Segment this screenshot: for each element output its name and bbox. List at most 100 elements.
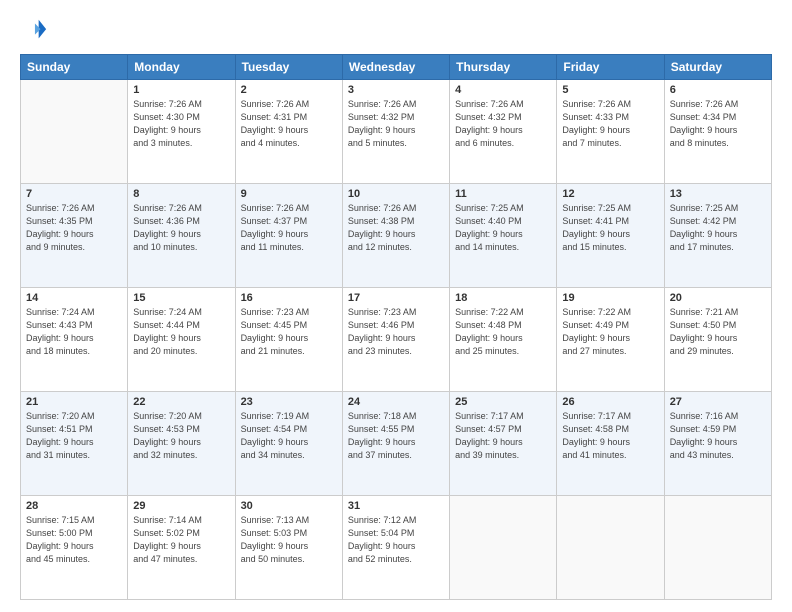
table-row: 1 Sunrise: 7:26 AM Sunset: 4:30 PM Daylig… (128, 80, 235, 184)
day-info: Sunrise: 7:23 AM Sunset: 4:45 PM Dayligh… (241, 306, 337, 358)
table-row: 5 Sunrise: 7:26 AM Sunset: 4:33 PM Daylig… (557, 80, 664, 184)
table-row: 21 Sunrise: 7:20 AM Sunset: 4:51 PM Dayli… (21, 392, 128, 496)
day-number: 22 (133, 396, 229, 408)
day-number: 6 (670, 84, 766, 96)
day-number: 13 (670, 188, 766, 200)
day-info: Sunrise: 7:17 AM Sunset: 4:57 PM Dayligh… (455, 410, 551, 462)
day-number: 16 (241, 292, 337, 304)
col-header-sunday: Sunday (21, 55, 128, 80)
day-info: Sunrise: 7:26 AM Sunset: 4:32 PM Dayligh… (455, 98, 551, 150)
table-row: 16 Sunrise: 7:23 AM Sunset: 4:45 PM Dayli… (235, 288, 342, 392)
table-row: 8 Sunrise: 7:26 AM Sunset: 4:36 PM Daylig… (128, 184, 235, 288)
day-info: Sunrise: 7:21 AM Sunset: 4:50 PM Dayligh… (670, 306, 766, 358)
day-info: Sunrise: 7:25 AM Sunset: 4:42 PM Dayligh… (670, 202, 766, 254)
table-row: 19 Sunrise: 7:22 AM Sunset: 4:49 PM Dayli… (557, 288, 664, 392)
day-number: 3 (348, 84, 444, 96)
page: SundayMondayTuesdayWednesdayThursdayFrid… (0, 0, 792, 612)
day-info: Sunrise: 7:26 AM Sunset: 4:38 PM Dayligh… (348, 202, 444, 254)
table-row (664, 496, 771, 600)
table-row: 27 Sunrise: 7:16 AM Sunset: 4:59 PM Dayli… (664, 392, 771, 496)
day-number: 8 (133, 188, 229, 200)
table-row: 9 Sunrise: 7:26 AM Sunset: 4:37 PM Daylig… (235, 184, 342, 288)
table-row: 13 Sunrise: 7:25 AM Sunset: 4:42 PM Dayli… (664, 184, 771, 288)
day-info: Sunrise: 7:24 AM Sunset: 4:43 PM Dayligh… (26, 306, 122, 358)
logo-icon (20, 16, 48, 44)
table-row: 6 Sunrise: 7:26 AM Sunset: 4:34 PM Daylig… (664, 80, 771, 184)
day-number: 5 (562, 84, 658, 96)
day-info: Sunrise: 7:25 AM Sunset: 4:41 PM Dayligh… (562, 202, 658, 254)
day-info: Sunrise: 7:26 AM Sunset: 4:32 PM Dayligh… (348, 98, 444, 150)
day-number: 19 (562, 292, 658, 304)
day-number: 15 (133, 292, 229, 304)
table-row: 7 Sunrise: 7:26 AM Sunset: 4:35 PM Daylig… (21, 184, 128, 288)
day-info: Sunrise: 7:16 AM Sunset: 4:59 PM Dayligh… (670, 410, 766, 462)
day-number: 25 (455, 396, 551, 408)
day-info: Sunrise: 7:18 AM Sunset: 4:55 PM Dayligh… (348, 410, 444, 462)
day-number: 29 (133, 500, 229, 512)
day-info: Sunrise: 7:14 AM Sunset: 5:02 PM Dayligh… (133, 514, 229, 566)
table-row: 28Sunrise: 7:15 AM Sunset: 5:00 PM Dayli… (21, 496, 128, 600)
day-number: 2 (241, 84, 337, 96)
day-info: Sunrise: 7:13 AM Sunset: 5:03 PM Dayligh… (241, 514, 337, 566)
day-info: Sunrise: 7:22 AM Sunset: 4:49 PM Dayligh… (562, 306, 658, 358)
day-info: Sunrise: 7:26 AM Sunset: 4:30 PM Dayligh… (133, 98, 229, 150)
day-number: 21 (26, 396, 122, 408)
table-row: 2 Sunrise: 7:26 AM Sunset: 4:31 PM Daylig… (235, 80, 342, 184)
table-row: 30 Sunrise: 7:13 AM Sunset: 5:03 PM Dayli… (235, 496, 342, 600)
day-info: Sunrise: 7:23 AM Sunset: 4:46 PM Dayligh… (348, 306, 444, 358)
table-row: 4Sunrise: 7:26 AM Sunset: 4:32 PM Daylig… (450, 80, 557, 184)
day-number: 20 (670, 292, 766, 304)
day-info: Sunrise: 7:26 AM Sunset: 4:35 PM Dayligh… (26, 202, 122, 254)
day-number: 31 (348, 500, 444, 512)
day-info: Sunrise: 7:19 AM Sunset: 4:54 PM Dayligh… (241, 410, 337, 462)
table-row: 18 Sunrise: 7:22 AM Sunset: 4:48 PM Dayli… (450, 288, 557, 392)
day-info: Sunrise: 7:26 AM Sunset: 4:33 PM Dayligh… (562, 98, 658, 150)
day-number: 24 (348, 396, 444, 408)
day-number: 23 (241, 396, 337, 408)
table-row: 11 Sunrise: 7:25 AM Sunset: 4:40 PM Dayli… (450, 184, 557, 288)
table-row (557, 496, 664, 600)
day-number: 10 (348, 188, 444, 200)
day-info: Sunrise: 7:26 AM Sunset: 4:36 PM Dayligh… (133, 202, 229, 254)
day-number: 11 (455, 188, 551, 200)
day-info: Sunrise: 7:20 AM Sunset: 4:51 PM Dayligh… (26, 410, 122, 462)
day-info: Sunrise: 7:26 AM Sunset: 4:31 PM Dayligh… (241, 98, 337, 150)
day-number: 17 (348, 292, 444, 304)
day-info: Sunrise: 7:12 AM Sunset: 5:04 PM Dayligh… (348, 514, 444, 566)
day-number: 14 (26, 292, 122, 304)
table-row (450, 496, 557, 600)
table-row: 17 Sunrise: 7:23 AM Sunset: 4:46 PM Dayli… (342, 288, 449, 392)
day-info: Sunrise: 7:26 AM Sunset: 4:34 PM Dayligh… (670, 98, 766, 150)
calendar-table: SundayMondayTuesdayWednesdayThursdayFrid… (20, 54, 772, 600)
table-row: 3 Sunrise: 7:26 AM Sunset: 4:32 PM Daylig… (342, 80, 449, 184)
col-header-saturday: Saturday (664, 55, 771, 80)
day-number: 30 (241, 500, 337, 512)
logo (20, 16, 52, 44)
day-info: Sunrise: 7:24 AM Sunset: 4:44 PM Dayligh… (133, 306, 229, 358)
col-header-thursday: Thursday (450, 55, 557, 80)
day-info: Sunrise: 7:22 AM Sunset: 4:48 PM Dayligh… (455, 306, 551, 358)
day-number: 7 (26, 188, 122, 200)
table-row: 26 Sunrise: 7:17 AM Sunset: 4:58 PM Dayli… (557, 392, 664, 496)
col-header-monday: Monday (128, 55, 235, 80)
table-row: 24 Sunrise: 7:18 AM Sunset: 4:55 PM Dayli… (342, 392, 449, 496)
day-number: 26 (562, 396, 658, 408)
table-row: 29 Sunrise: 7:14 AM Sunset: 5:02 PM Dayli… (128, 496, 235, 600)
day-number: 9 (241, 188, 337, 200)
day-number: 18 (455, 292, 551, 304)
table-row: 31 Sunrise: 7:12 AM Sunset: 5:04 PM Dayli… (342, 496, 449, 600)
day-info: Sunrise: 7:25 AM Sunset: 4:40 PM Dayligh… (455, 202, 551, 254)
col-header-tuesday: Tuesday (235, 55, 342, 80)
header (20, 16, 772, 44)
day-number: 1 (133, 84, 229, 96)
col-header-friday: Friday (557, 55, 664, 80)
table-row: 12Sunrise: 7:25 AM Sunset: 4:41 PM Dayli… (557, 184, 664, 288)
table-row: 15 Sunrise: 7:24 AM Sunset: 4:44 PM Dayli… (128, 288, 235, 392)
table-row: 14 Sunrise: 7:24 AM Sunset: 4:43 PM Dayli… (21, 288, 128, 392)
day-number: 27 (670, 396, 766, 408)
table-row: 25 Sunrise: 7:17 AM Sunset: 4:57 PM Dayli… (450, 392, 557, 496)
day-info: Sunrise: 7:26 AM Sunset: 4:37 PM Dayligh… (241, 202, 337, 254)
day-number: 28 (26, 500, 122, 512)
day-info: Sunrise: 7:17 AM Sunset: 4:58 PM Dayligh… (562, 410, 658, 462)
table-row: 20 Sunrise: 7:21 AM Sunset: 4:50 PM Dayli… (664, 288, 771, 392)
